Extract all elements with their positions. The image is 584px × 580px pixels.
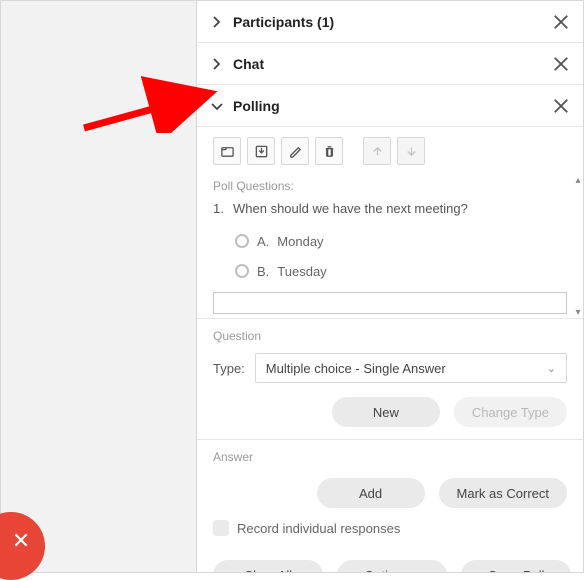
poll-options: A. Monday B. Tuesday bbox=[213, 216, 567, 286]
footer-buttons: Clear All Options... Open Poll bbox=[197, 548, 583, 572]
chat-close-icon[interactable] bbox=[551, 54, 571, 74]
new-button[interactable]: New bbox=[332, 397, 440, 427]
polling-title: Polling bbox=[233, 98, 280, 114]
clear-all-button[interactable]: Clear All bbox=[213, 560, 323, 572]
question-buttons: New Change Type bbox=[213, 397, 567, 427]
type-value: Multiple choice - Single Answer bbox=[266, 361, 446, 376]
question-number: 1. bbox=[213, 201, 233, 216]
mark-correct-button[interactable]: Mark as Correct bbox=[439, 478, 567, 508]
open-file-icon[interactable] bbox=[213, 137, 241, 165]
move-up-icon bbox=[363, 137, 391, 165]
options-button[interactable]: Options... bbox=[337, 560, 447, 572]
poll-option[interactable]: B. Tuesday bbox=[235, 256, 567, 286]
poll-questions-area: Poll Questions: 1. When should we have t… bbox=[197, 175, 583, 319]
poll-question[interactable]: 1. When should we have the next meeting? bbox=[213, 201, 567, 216]
poll-entry-input[interactable] bbox=[213, 292, 567, 314]
option-letter: A. bbox=[257, 234, 269, 249]
left-empty-pane bbox=[1, 1, 197, 572]
add-button[interactable]: Add bbox=[317, 478, 425, 508]
option-text: Tuesday bbox=[277, 264, 326, 279]
polling-close-icon[interactable] bbox=[551, 96, 571, 116]
participants-close-icon[interactable] bbox=[551, 12, 571, 32]
option-text: Monday bbox=[277, 234, 323, 249]
answer-group-label: Answer bbox=[213, 450, 567, 464]
chat-title: Chat bbox=[233, 56, 264, 72]
scroll-up-icon[interactable]: ▴ bbox=[575, 175, 580, 186]
record-responses-row[interactable]: Record individual responses bbox=[213, 520, 567, 536]
close-icon bbox=[12, 531, 30, 549]
chevron-down-icon: ⌄ bbox=[547, 362, 556, 375]
type-row: Type: Multiple choice - Single Answer ⌄ bbox=[213, 353, 567, 383]
chat-header[interactable]: Chat bbox=[197, 43, 583, 85]
participants-header[interactable]: Participants (1) bbox=[197, 1, 583, 43]
question-group: Question Type: Multiple choice - Single … bbox=[197, 319, 583, 440]
polling-header[interactable]: Polling bbox=[197, 85, 583, 127]
change-type-button: Change Type bbox=[454, 397, 567, 427]
participants-title: Participants (1) bbox=[233, 14, 334, 30]
option-letter: B. bbox=[257, 264, 269, 279]
poll-questions-label: Poll Questions: bbox=[213, 179, 567, 193]
chevron-right-icon bbox=[209, 14, 225, 30]
move-down-icon bbox=[397, 137, 425, 165]
right-panel: Participants (1) Chat Polling bbox=[197, 1, 583, 572]
scrollbar[interactable]: ▴ ▾ bbox=[571, 175, 583, 318]
answer-group: Answer Add Mark as Correct Record indivi… bbox=[197, 440, 583, 548]
delete-icon[interactable] bbox=[315, 137, 343, 165]
type-label: Type: bbox=[213, 361, 245, 376]
radio-icon[interactable] bbox=[235, 234, 249, 248]
question-group-label: Question bbox=[213, 329, 567, 343]
radio-icon[interactable] bbox=[235, 264, 249, 278]
polling-toolbar bbox=[197, 127, 583, 175]
record-responses-label: Record individual responses bbox=[237, 521, 400, 536]
answer-buttons: Add Mark as Correct bbox=[213, 478, 567, 508]
poll-option[interactable]: A. Monday bbox=[235, 226, 567, 256]
scroll-down-icon[interactable]: ▾ bbox=[575, 307, 580, 318]
save-icon[interactable] bbox=[247, 137, 275, 165]
checkbox-icon[interactable] bbox=[213, 520, 229, 536]
question-text: When should we have the next meeting? bbox=[233, 201, 468, 216]
toolbar-spacer bbox=[349, 137, 357, 165]
type-select[interactable]: Multiple choice - Single Answer ⌄ bbox=[255, 353, 567, 383]
chevron-right-icon bbox=[209, 56, 225, 72]
edit-icon[interactable] bbox=[281, 137, 309, 165]
open-poll-button[interactable]: Open Poll bbox=[461, 560, 571, 572]
chevron-down-icon bbox=[209, 98, 225, 114]
polling-body: Poll Questions: 1. When should we have t… bbox=[197, 127, 583, 572]
